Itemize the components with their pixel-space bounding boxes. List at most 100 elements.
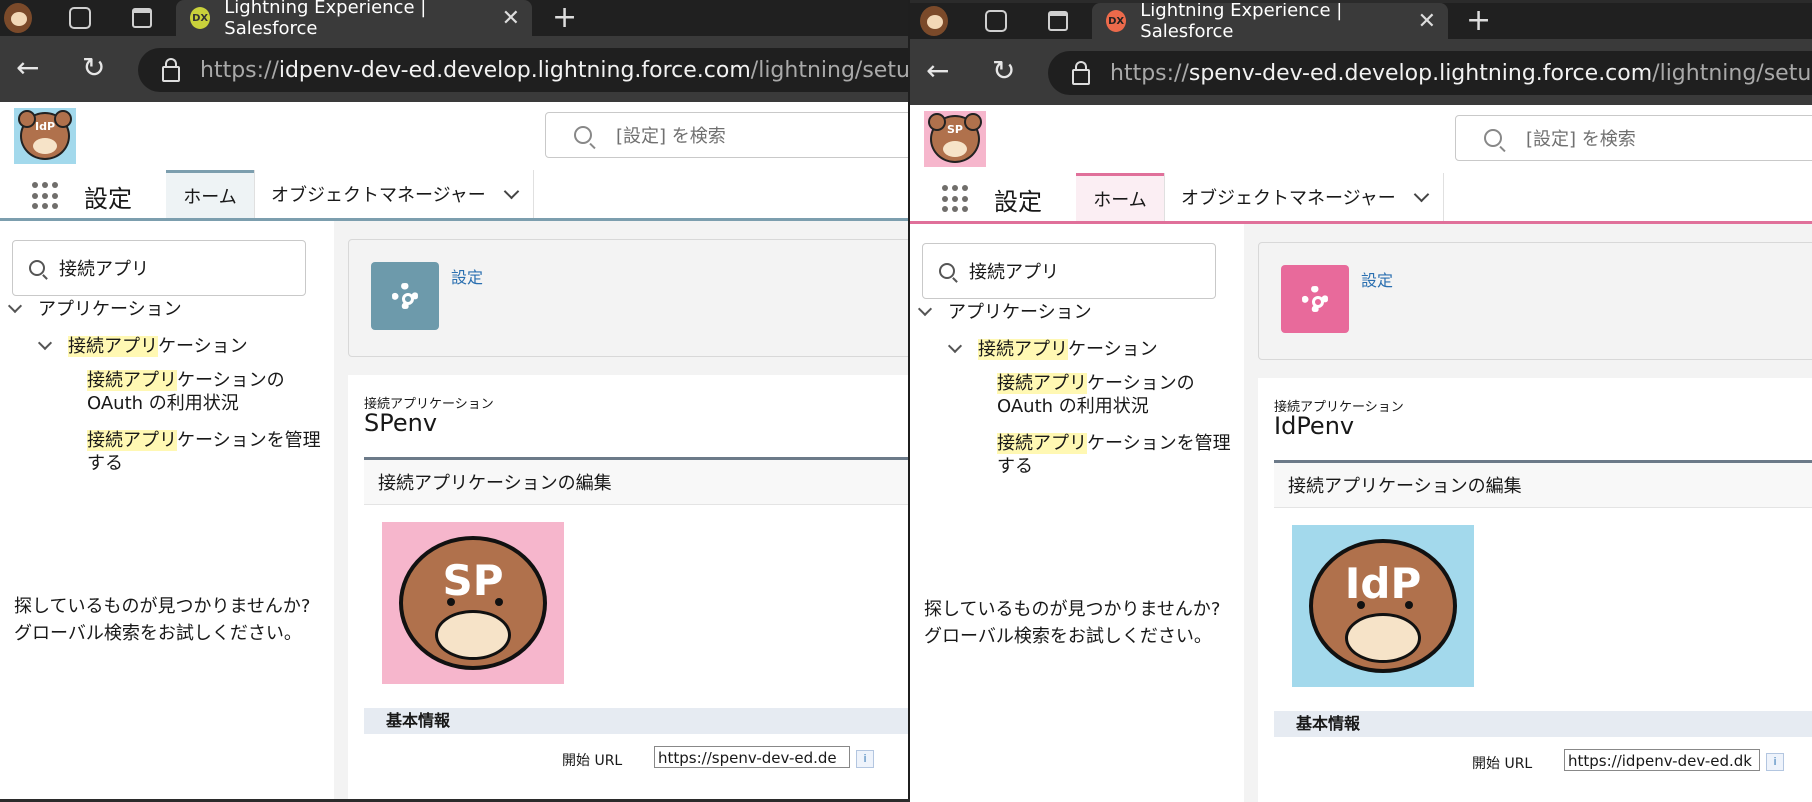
browser-tab[interactable]: DX Lightning Experience | Salesforce ✕ bbox=[176, 0, 532, 39]
browser-window-idpenv: DX Lightning Experience | Salesforce ✕ +… bbox=[0, 0, 908, 799]
help-text: 探しているものが見つかりませんか? グローバル検索をお試しください。 bbox=[14, 593, 310, 647]
start-url-field[interactable]: https://idpenv-dev-ed.dk bbox=[1564, 749, 1760, 771]
info-icon[interactable]: i bbox=[1766, 753, 1784, 771]
chevron-down-icon[interactable] bbox=[947, 338, 963, 354]
section-title: 接続アプリケーションの編集 bbox=[1274, 463, 1812, 508]
tab-actions-icon[interactable] bbox=[128, 4, 156, 32]
sidebar-item-manage-connected-apps[interactable]: 接続アプリケーションを管理 する bbox=[87, 429, 321, 475]
connected-app-logo: IdP bbox=[1292, 525, 1474, 687]
chevron-down-icon[interactable] bbox=[503, 183, 520, 199]
tree-node-label: アプリケーション bbox=[38, 299, 182, 320]
tab-title: Lightning Experience | Salesforce bbox=[224, 0, 427, 39]
lock-icon[interactable] bbox=[162, 58, 180, 82]
app-launcher-icon[interactable] bbox=[32, 182, 60, 210]
tree-node-label: ケーション bbox=[1068, 339, 1158, 360]
new-tab-icon[interactable]: + bbox=[1466, 6, 1491, 36]
edit-section: 接続アプリケーションの編集 IdP 基本情報 開始 URL https://id… bbox=[1274, 460, 1812, 802]
url-path: /lightning/setup/Connec bbox=[750, 57, 908, 83]
breadcrumb[interactable]: 設定 bbox=[1361, 267, 1393, 291]
tab-object-manager-label: オブジェクトマネージャー bbox=[1181, 188, 1396, 209]
quick-find-input[interactable]: 接続アプリ bbox=[12, 240, 306, 296]
salesforce-dx-favicon-icon: DX bbox=[190, 7, 211, 29]
chevron-down-icon[interactable] bbox=[7, 298, 23, 314]
item-highlight: 接続アプリ bbox=[87, 430, 177, 451]
tree-node-connected-apps[interactable]: 接続アプリケーション bbox=[37, 332, 248, 358]
item-highlight: 接続アプリ bbox=[997, 373, 1087, 394]
url-field[interactable]: https://spenv-dev-ed.develop.lightning.f… bbox=[1048, 51, 1812, 95]
org-logo[interactable]: IdP bbox=[14, 108, 76, 164]
chevron-down-icon[interactable] bbox=[37, 335, 53, 351]
tab-actions-icon[interactable] bbox=[1044, 7, 1072, 35]
refresh-icon[interactable]: ↻ bbox=[82, 54, 105, 82]
help-line1: 探しているものが見つかりませんか? bbox=[924, 599, 1221, 620]
app-name: 設定 bbox=[84, 185, 132, 213]
global-search-input[interactable]: [設定] を検索 bbox=[1455, 115, 1812, 161]
close-tab-icon[interactable]: ✕ bbox=[502, 6, 520, 31]
tab-home[interactable]: ホーム bbox=[166, 170, 254, 218]
setup-sidebar: 接続アプリ アプリケーション 接続アプリケーション 接続アプリケーションの OAu… bbox=[910, 224, 1244, 802]
start-url-label: 開始 URL bbox=[1472, 756, 1533, 772]
address-bar-row: ← ↻ https://idpenv-dev-ed.develop.lightn… bbox=[0, 36, 908, 102]
tab-object-manager[interactable]: オブジェクトマネージャー bbox=[254, 170, 534, 218]
quick-find-value: 接続アプリ bbox=[969, 262, 1059, 283]
breadcrumb[interactable]: 設定 bbox=[451, 264, 483, 288]
refresh-icon[interactable]: ↻ bbox=[992, 57, 1015, 85]
search-icon bbox=[574, 126, 592, 144]
help-line2: グローバル検索をお試しください。 bbox=[14, 623, 302, 644]
quick-find-input[interactable]: 接続アプリ bbox=[922, 243, 1216, 299]
edit-section: 接続アプリケーションの編集 SP 基本情報 開始 URL https://spe… bbox=[364, 457, 908, 799]
workspaces-icon[interactable] bbox=[66, 4, 94, 32]
sidebar-item-manage-connected-apps[interactable]: 接続アプリケーションを管理 する bbox=[997, 432, 1231, 478]
close-tab-icon[interactable]: ✕ bbox=[1418, 9, 1436, 34]
search-icon bbox=[29, 260, 45, 276]
global-search-input[interactable]: [設定] を検索 bbox=[545, 112, 908, 158]
tab-home[interactable]: ホーム bbox=[1076, 173, 1164, 221]
bear-logo-icon: SP bbox=[928, 113, 982, 163]
basic-info-section: 基本情報 bbox=[364, 708, 908, 734]
tab-object-manager[interactable]: オブジェクトマネージャー bbox=[1164, 173, 1444, 221]
address-bar-row: ← ↻ https://spenv-dev-ed.develop.lightni… bbox=[910, 39, 1812, 105]
app-launcher-icon[interactable] bbox=[942, 185, 970, 213]
sidebar-item-oauth-usage[interactable]: 接続アプリケーションの OAuth の利用状況 bbox=[997, 372, 1195, 418]
tree-node-connected-apps[interactable]: 接続アプリケーション bbox=[947, 335, 1158, 361]
profile-avatar-icon[interactable] bbox=[920, 6, 948, 36]
sidebar-item-oauth-usage[interactable]: 接続アプリケーションの OAuth の利用状況 bbox=[87, 369, 285, 415]
item-label-line2: OAuth の利用状況 bbox=[997, 396, 1149, 417]
help-line2: グローバル検索をお試しください。 bbox=[924, 626, 1212, 647]
start-url-field[interactable]: https://spenv-dev-ed.de bbox=[654, 746, 850, 768]
chevron-down-icon[interactable] bbox=[917, 301, 933, 317]
back-icon[interactable]: ← bbox=[926, 57, 949, 85]
profile-avatar-icon[interactable] bbox=[4, 3, 32, 33]
info-icon[interactable]: i bbox=[856, 750, 874, 768]
bear-logo-icon: SP bbox=[389, 530, 557, 670]
tab-object-manager-label: オブジェクトマネージャー bbox=[271, 185, 486, 206]
setup-sidebar: 接続アプリ アプリケーション 接続アプリケーション 接続アプリケーションの OAu… bbox=[0, 221, 334, 799]
search-icon bbox=[939, 263, 955, 279]
browser-window-spenv: DX Lightning Experience | Salesforce ✕ +… bbox=[910, 3, 1812, 802]
gear-icon bbox=[1281, 265, 1349, 333]
setup-nav-bar: 設定 ホーム オブジェクトマネージャー bbox=[0, 170, 908, 221]
org-logo[interactable]: SP bbox=[924, 111, 986, 167]
url-field[interactable]: https://idpenv-dev-ed.develop.lightning.… bbox=[138, 48, 908, 92]
url-host: idpenv-dev-ed.develop.lightning.force.co… bbox=[278, 57, 751, 83]
page-title: IdPenv bbox=[1274, 412, 1355, 440]
lock-icon[interactable] bbox=[1072, 61, 1090, 85]
back-icon[interactable]: ← bbox=[16, 54, 39, 82]
tab-strip: DX Lightning Experience | Salesforce ✕ + bbox=[0, 0, 908, 39]
tree-node-applications[interactable]: アプリケーション bbox=[917, 298, 1092, 324]
quick-find-value: 接続アプリ bbox=[59, 259, 149, 280]
tree-node-applications[interactable]: アプリケーション bbox=[7, 295, 182, 321]
section-title: 接続アプリケーションの編集 bbox=[364, 460, 908, 505]
url-host: spenv-dev-ed.develop.lightning.force.com bbox=[1188, 60, 1653, 86]
tab-strip: DX Lightning Experience | Salesforce ✕ + bbox=[910, 3, 1812, 42]
search-icon bbox=[1484, 129, 1502, 147]
workspaces-icon[interactable] bbox=[982, 7, 1010, 35]
gear-icon bbox=[371, 262, 439, 330]
search-placeholder: [設定] を検索 bbox=[616, 126, 726, 147]
item-label-line2: する bbox=[997, 456, 1033, 477]
browser-tab[interactable]: DX Lightning Experience | Salesforce ✕ bbox=[1092, 3, 1448, 42]
basic-info-section: 基本情報 bbox=[1274, 711, 1812, 737]
page-title: SPenv bbox=[364, 409, 438, 437]
new-tab-icon[interactable]: + bbox=[552, 3, 577, 33]
chevron-down-icon[interactable] bbox=[1413, 186, 1430, 202]
